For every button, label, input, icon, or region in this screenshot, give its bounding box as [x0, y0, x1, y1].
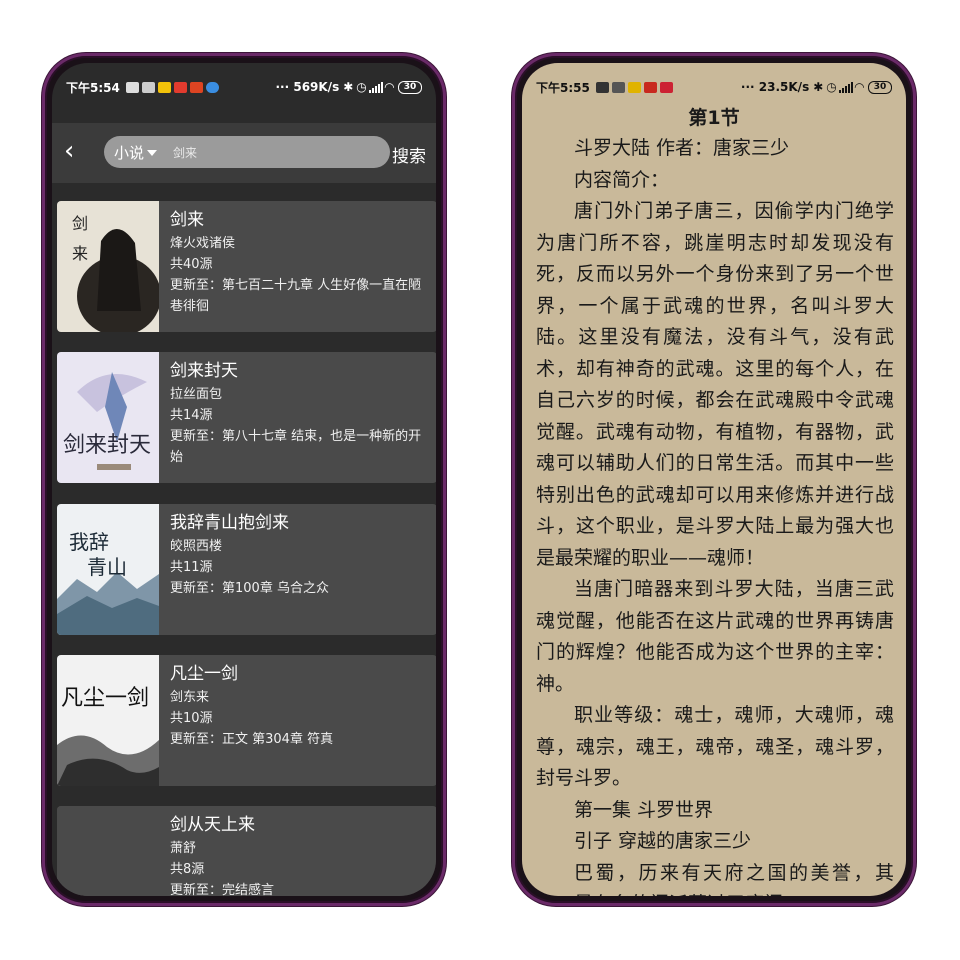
message-icon	[125, 81, 139, 93]
signal-icon	[838, 81, 853, 93]
search-input[interactable]: 剑来	[173, 144, 197, 161]
book-cover: 剑来封天	[57, 352, 159, 483]
app-icon	[659, 81, 673, 93]
content-paragraph: 第一集 斗罗世界	[574, 798, 714, 821]
network-speed: ··· 569K/s	[275, 80, 340, 94]
book-title: 剑从天上来	[170, 815, 255, 835]
source-count: 共10源	[170, 711, 213, 726]
book-title: 剑来封天	[170, 361, 238, 381]
content-paragraph: 当唐门暗器来到斗罗大陆，当唐三武魂觉醒，他能否在这片武魂的世界再铸唐门的辉煌？他…	[536, 578, 894, 695]
source-count: 共8源	[170, 862, 205, 877]
search-bar[interactable]: 小说 剑来	[104, 136, 390, 168]
chevron-down-icon	[147, 150, 158, 156]
book-title: 凡尘一剑	[170, 664, 238, 684]
content-paragraph: 巴蜀，历来有天府之国的美誉，其中，最有名的门派莫过于唐门。	[536, 861, 894, 897]
left-phone: 下午5:54 ··· 569K/s ✱ ◷ ◠ 30 ‹ 小说 剑来 搜索 剑 …	[42, 53, 446, 906]
alarm-icon: ◷	[826, 80, 837, 94]
source-count: 共11源	[170, 560, 213, 575]
book-author: 烽火戏诸侯	[170, 236, 236, 251]
latest-update: 更新至：完结感言	[170, 883, 275, 896]
message-icon	[595, 81, 609, 93]
book-cover: 剑 来	[57, 201, 159, 332]
app-icon	[627, 81, 641, 93]
category-dropdown[interactable]: 小说	[114, 142, 158, 163]
book-cover: 我辞 青山	[57, 504, 159, 635]
latest-update: 更新至：第七百二十九章 人生好像一直在陋巷徘徊	[170, 278, 422, 314]
bluetooth-icon: ✱	[813, 80, 824, 94]
book-title: 我辞青山抱剑来	[170, 513, 289, 533]
content-paragraph: 唐门外门弟子唐三，因偷学内门绝学为唐门所不容，跳崖明志时却发现没有死，反而以另外…	[536, 200, 894, 569]
status-time: 下午5:55	[536, 80, 590, 95]
content-paragraph: 职业等级：魂士，魂师，大魂师，魂尊，魂宗，魂王，魂帝，魂圣，魂斗罗，封号斗罗。	[536, 704, 894, 789]
latest-update: 更新至：第八十七章 结束，也是一种新的开始	[170, 429, 422, 465]
notification-icons	[125, 81, 219, 93]
svg-text:剑来封天: 剑来封天	[63, 433, 151, 458]
latest-update: 更新至：第100章 乌合之众	[170, 581, 329, 596]
content-paragraph: 内容简介：	[574, 168, 670, 191]
notification-icons	[595, 81, 673, 93]
book-card[interactable]: 剑 来 剑来 烽火戏诸侯 共40源 更新至：第七百二十九章 人生好像一直在陋巷徘…	[57, 201, 436, 332]
book-author: 萧舒	[170, 841, 197, 856]
app-icon	[157, 81, 171, 93]
search-results-screen: 下午5:54 ··· 569K/s ✱ ◷ ◠ 30 ‹ 小说 剑来 搜索 剑 …	[52, 63, 436, 896]
alarm-icon: ◷	[356, 80, 367, 94]
app-icon	[643, 81, 657, 93]
network-speed: ··· 23.5K/s	[740, 80, 810, 94]
book-card[interactable]: 剑来封天 剑来封天 拉丝面包 共14源 更新至：第八十七章 结束，也是一种新的开…	[57, 352, 436, 483]
chapter-title: 第1节	[688, 107, 740, 129]
svg-text:剑: 剑	[72, 214, 88, 233]
app-icon	[173, 81, 187, 93]
wifi-icon: ◠	[854, 80, 864, 94]
svg-text:我辞: 我辞	[69, 530, 109, 554]
right-phone: 下午5:55 ··· 23.5K/s ✱ ◷ ◠ 30 第1节 斗罗大陆 作者：…	[512, 53, 916, 906]
status-bar: 下午5:54 ··· 569K/s ✱ ◷ ◠ 30	[52, 76, 436, 98]
book-author: 剑东来	[170, 690, 210, 705]
app-icon	[611, 81, 625, 93]
status-bar: 下午5:55 ··· 23.5K/s ✱ ◷ ◠ 30	[522, 76, 906, 98]
app-icon	[141, 81, 155, 93]
search-button[interactable]: 搜索	[392, 142, 426, 167]
source-count: 共40源	[170, 257, 213, 272]
content-paragraph: 斗罗大陆 作者：唐家三少	[574, 137, 790, 159]
svg-text:青山: 青山	[87, 555, 127, 579]
book-card[interactable]: 凡尘一剑 凡尘一剑 剑东来 共10源 更新至：正文 第304章 符真	[57, 655, 436, 786]
svg-text:来: 来	[72, 244, 88, 263]
app-icon	[205, 81, 219, 93]
back-arrow-icon[interactable]: ‹	[64, 138, 86, 165]
latest-update: 更新至：正文 第304章 符真	[170, 732, 334, 747]
chapter-content: 斗罗大陆 作者：唐家三少 内容简介： 唐门外门弟子唐三，因偷学内门绝学为唐门所不…	[536, 133, 894, 896]
book-card[interactable]: 我辞 青山 我辞青山抱剑来 皎照西楼 共11源 更新至：第100章 乌合之众	[57, 504, 436, 635]
bluetooth-icon: ✱	[343, 80, 354, 94]
book-author: 拉丝面包	[170, 387, 223, 402]
book-title: 剑来	[170, 210, 204, 230]
search-header: ‹ 小说 剑来 搜索	[52, 123, 436, 183]
app-icon	[189, 81, 203, 93]
book-author: 皎照西楼	[170, 539, 223, 554]
reader-screen[interactable]: 下午5:55 ··· 23.5K/s ✱ ◷ ◠ 30 第1节 斗罗大陆 作者：…	[522, 63, 906, 896]
source-count: 共14源	[170, 408, 213, 423]
svg-text:凡尘一剑: 凡尘一剑	[61, 686, 149, 711]
book-cover: 凡尘一剑	[57, 655, 159, 786]
content-paragraph: 引子 穿越的唐家三少	[574, 830, 752, 852]
signal-icon	[368, 81, 383, 93]
wifi-icon: ◠	[384, 80, 394, 94]
battery-icon: 30	[398, 80, 422, 94]
battery-icon: 30	[868, 80, 892, 94]
category-label: 小说	[114, 143, 145, 162]
book-cover	[57, 806, 159, 896]
status-time: 下午5:54	[66, 80, 120, 95]
book-card[interactable]: 剑从天上来 萧舒 共8源 更新至：完结感言	[57, 806, 436, 896]
